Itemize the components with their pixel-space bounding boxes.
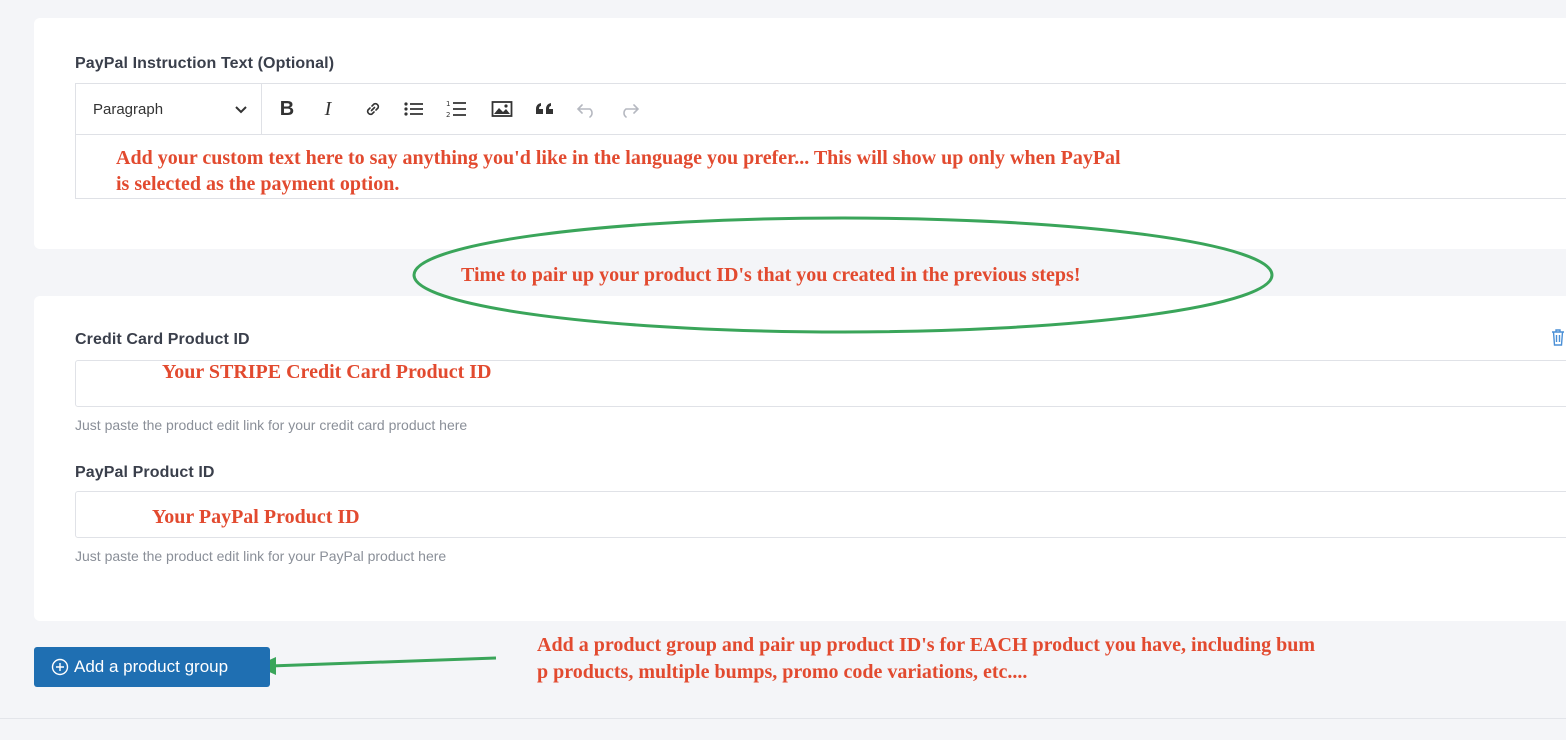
- bottom-note-line1: Add a product group and pair up product …: [537, 634, 1315, 656]
- bottom-divider: [0, 718, 1566, 719]
- arrow-line: [269, 656, 497, 668]
- annotation-overlay: [256, 216, 1274, 675]
- bottom-note-line2: p products, multiple bumps, promo code v…: [537, 661, 1028, 683]
- add-product-group-button[interactable]: Add a product group: [34, 647, 270, 687]
- add-product-group-label: Add a product group: [74, 657, 229, 676]
- plus-circle-icon: [51, 658, 69, 676]
- callout-oval-text: Time to pair up your product ID's that y…: [461, 264, 1081, 286]
